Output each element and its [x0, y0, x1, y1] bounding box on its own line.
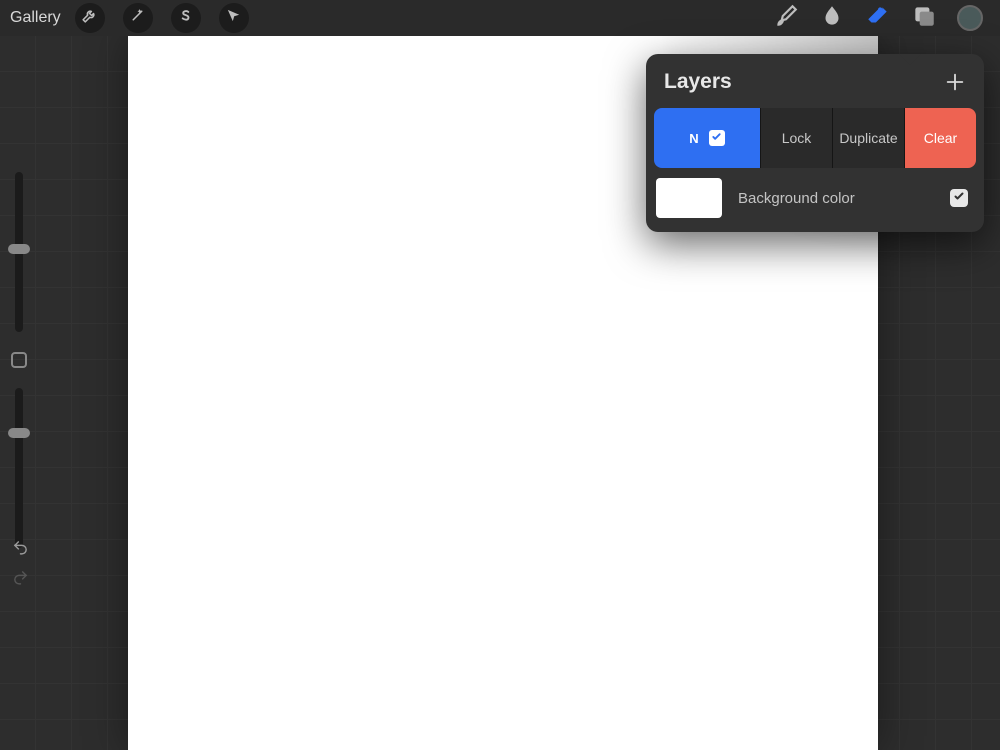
background-swatch — [656, 178, 722, 218]
check-icon — [953, 189, 965, 207]
blend-mode-label: N — [689, 131, 698, 146]
layers-panel-title: Layers — [664, 70, 732, 94]
layer-visible-checkbox[interactable] — [709, 130, 725, 146]
opacity-slider[interactable] — [15, 388, 23, 548]
brush-size-thumb[interactable] — [8, 244, 30, 254]
eraser-tool[interactable] — [858, 0, 898, 36]
undo-icon — [12, 539, 29, 561]
wrench-icon — [81, 7, 98, 29]
eraser-icon — [865, 3, 891, 34]
undo-button[interactable] — [8, 538, 32, 562]
layer-actions-row: N Lock Duplicate Clear — [646, 108, 984, 168]
layers-icon — [911, 3, 937, 34]
opacity-thumb[interactable] — [8, 428, 30, 438]
background-layer-row[interactable]: Background color — [646, 168, 984, 232]
clear-button[interactable]: Clear — [904, 108, 976, 168]
color-chip-icon — [957, 5, 983, 31]
brush-tool[interactable] — [766, 0, 806, 36]
add-layer-button[interactable] — [944, 71, 966, 93]
background-visible-checkbox[interactable] — [950, 189, 968, 207]
sidebar — [4, 172, 34, 592]
lock-button[interactable]: Lock — [760, 108, 832, 168]
layers-panel: Layers N Lock Duplicate Clear Background… — [646, 54, 984, 232]
selection-button[interactable] — [171, 3, 201, 33]
cursor-icon — [225, 7, 242, 29]
smudge-icon — [819, 3, 845, 34]
selection-s-icon — [177, 7, 194, 29]
top-toolbar: Gallery — [0, 0, 1000, 36]
undo-redo — [8, 538, 32, 598]
adjustments-button[interactable] — [123, 3, 153, 33]
transform-button[interactable] — [219, 3, 249, 33]
wand-icon — [129, 7, 146, 29]
layers-tool[interactable] — [904, 0, 944, 36]
redo-icon — [12, 569, 29, 591]
brush-size-slider[interactable] — [15, 172, 23, 332]
duplicate-button[interactable]: Duplicate — [832, 108, 904, 168]
plus-icon — [944, 80, 966, 97]
background-label: Background color — [738, 190, 934, 207]
actions-button[interactable] — [75, 3, 105, 33]
check-icon — [711, 129, 722, 147]
redo-button[interactable] — [8, 568, 32, 592]
modify-button[interactable] — [11, 352, 27, 368]
brush-icon — [773, 3, 799, 34]
gallery-button[interactable]: Gallery — [10, 9, 61, 27]
smudge-tool[interactable] — [812, 0, 852, 36]
selected-layer[interactable]: N — [654, 108, 760, 168]
color-picker[interactable] — [950, 0, 990, 36]
